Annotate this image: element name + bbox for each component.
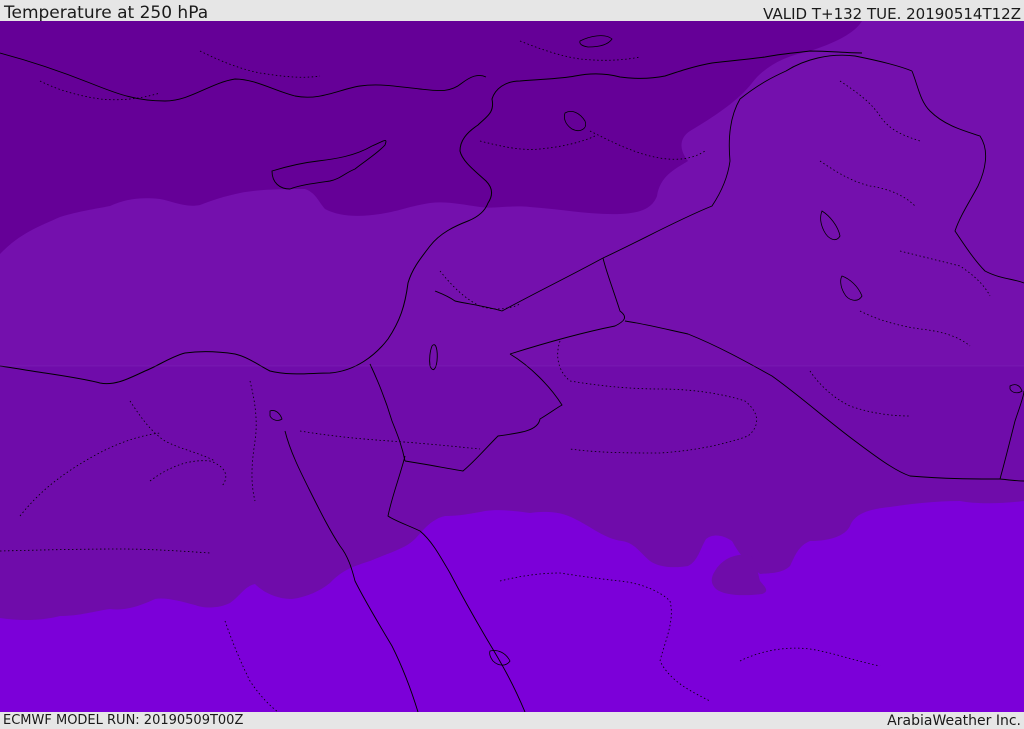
header-bar: Temperature at 250 hPa VALID T+132 TUE. … <box>0 0 1024 23</box>
credit-label: ArabiaWeather Inc. <box>887 713 1021 729</box>
map-title: Temperature at 250 hPa <box>4 3 209 23</box>
temperature-map[interactable] <box>0 21 1024 712</box>
footer-bar: ECMWF MODEL RUN: 20190509T00Z ArabiaWeat… <box>0 712 1024 729</box>
weather-map-page: Temperature at 250 hPa VALID T+132 TUE. … <box>0 0 1024 729</box>
map-canvas <box>0 21 1024 712</box>
model-run-label: ECMWF MODEL RUN: 20190509T00Z <box>3 713 244 728</box>
